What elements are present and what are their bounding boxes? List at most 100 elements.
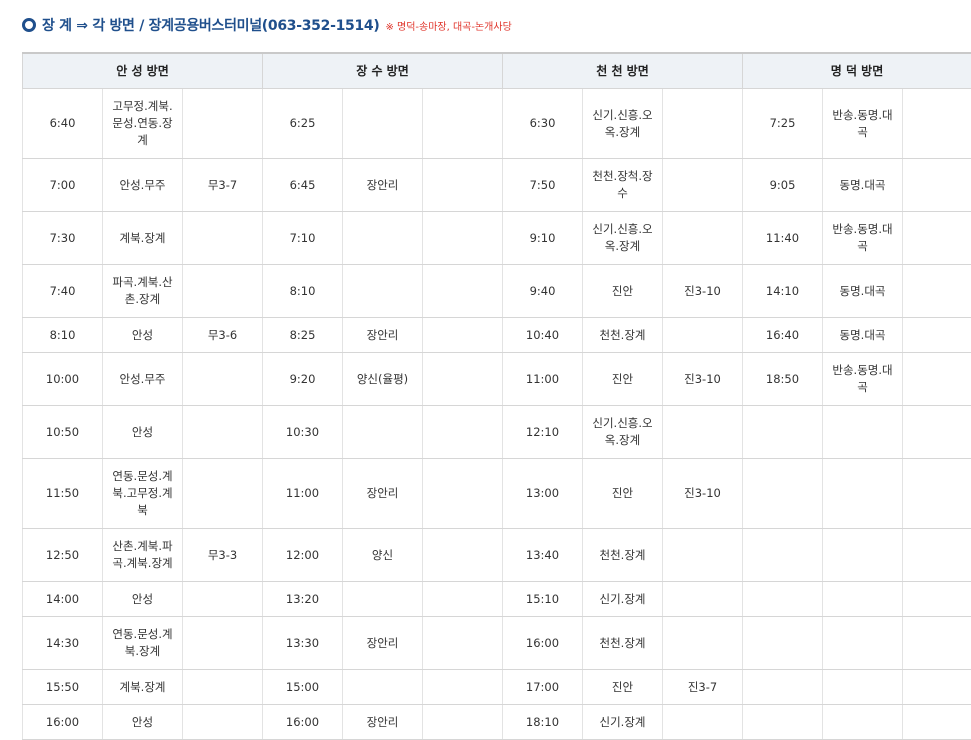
jangsu-time-cell: 13:20 [263,582,343,617]
myeongdeok-bus-cell [903,353,971,406]
myeongdeok-bus-cell [903,406,971,459]
header-jangsu: 장 수 방면 [263,53,503,89]
myeongdeok-bus-cell [903,265,971,318]
jangsu-bus-cell [423,705,503,740]
myeongdeok-route-cell [823,529,903,582]
cheoncheon-time-cell: 17:00 [503,670,583,705]
anseong-bus-cell: 무3-7 [183,159,263,212]
cheoncheon-route-cell: 신기.신흥.오옥.장계 [583,212,663,265]
anseong-time-cell: 12:50 [23,529,103,582]
jangsu-bus-cell [423,353,503,406]
anseong-time-cell: 11:50 [23,459,103,529]
jangsu-time-cell: 12:00 [263,529,343,582]
cheoncheon-route-cell: 천천.장계 [583,529,663,582]
anseong-time-cell: 16:00 [23,705,103,740]
cheoncheon-bus-cell [663,617,743,670]
jangsu-route-cell: 양신(율평) [343,353,423,406]
anseong-route-cell: 파곡.계북.산촌.장계 [103,265,183,318]
myeongdeok-route-cell [823,582,903,617]
cheoncheon-bus-cell [663,529,743,582]
anseong-time-cell: 8:10 [23,318,103,353]
timetable-table: 안 성 방면 장 수 방면 천 천 방면 명 덕 방면 6:40고무정.계북.문… [22,52,971,740]
cheoncheon-time-cell: 13:40 [503,529,583,582]
anseong-time-cell: 7:00 [23,159,103,212]
cheoncheon-route-cell: 천천.장계 [583,318,663,353]
anseong-route-cell: 안성.무주 [103,159,183,212]
table-row: 14:30연동.문성.계북.장계13:30장안리16:00천천.장계 [23,617,971,670]
table-row: 8:10안성무3-68:25장안리10:40천천.장계16:40동명.대곡 [23,318,971,353]
anseong-route-cell: 안성 [103,406,183,459]
myeongdeok-time-cell: 11:40 [743,212,823,265]
table-row: 10:50안성10:3012:10신기.신흥.오옥.장계 [23,406,971,459]
table-row: 7:30계북.장계7:109:10신기.신흥.오옥.장계11:40반송.동명.대… [23,212,971,265]
jangsu-time-cell: 8:10 [263,265,343,318]
jangsu-route-cell [343,89,423,159]
anseong-time-cell: 7:40 [23,265,103,318]
anseong-route-cell: 안성 [103,318,183,353]
myeongdeok-route-cell: 동명.대곡 [823,159,903,212]
jangsu-time-cell: 16:00 [263,705,343,740]
timetable-body: 6:40고무정.계북.문성.연동.장계6:256:30신기.신흥.오옥.장계7:… [23,89,971,740]
jangsu-route-cell: 장안리 [343,459,423,529]
myeongdeok-time-cell [743,406,823,459]
jangsu-time-cell: 10:30 [263,406,343,459]
jangsu-bus-cell [423,459,503,529]
myeongdeok-bus-cell [903,212,971,265]
jangsu-time-cell: 9:20 [263,353,343,406]
cheoncheon-time-cell: 10:40 [503,318,583,353]
myeongdeok-route-cell [823,705,903,740]
jangsu-time-cell: 7:10 [263,212,343,265]
cheoncheon-bus-cell [663,212,743,265]
anseong-time-cell: 15:50 [23,670,103,705]
myeongdeok-bus-cell [903,582,971,617]
table-row: 11:50연동.문성.계북.고무정.계북11:00장안리13:00진안진3-10 [23,459,971,529]
cheoncheon-route-cell: 신기.장계 [583,582,663,617]
cheoncheon-route-cell: 천천.장척.장수 [583,159,663,212]
table-row: 10:00안성.무주9:20양신(율평)11:00진안진3-1018:50반송.… [23,353,971,406]
anseong-time-cell: 7:30 [23,212,103,265]
cheoncheon-time-cell: 7:50 [503,159,583,212]
jangsu-time-cell: 13:30 [263,617,343,670]
anseong-time-cell: 6:40 [23,89,103,159]
myeongdeok-bus-cell [903,617,971,670]
anseong-bus-cell [183,89,263,159]
myeongdeok-route-cell: 반송.동명.대곡 [823,89,903,159]
myeongdeok-time-cell [743,582,823,617]
cheoncheon-bus-cell [663,89,743,159]
jangsu-time-cell: 15:00 [263,670,343,705]
cheoncheon-route-cell: 진안 [583,670,663,705]
myeongdeok-time-cell: 14:10 [743,265,823,318]
table-row: 12:50산촌.계북.파곡.계북.장계무3-312:00양신13:40천천.장계 [23,529,971,582]
cheoncheon-route-cell: 신기.신흥.오옥.장계 [583,89,663,159]
jangsu-route-cell [343,582,423,617]
jangsu-route-cell [343,212,423,265]
title-note: ※ 명덕-송마장, 대곡-논개사당 [385,18,511,33]
jangsu-route-cell: 장안리 [343,318,423,353]
table-row: 7:00안성.무주무3-76:45장안리7:50천천.장척.장수9:05동명.대… [23,159,971,212]
myeongdeok-time-cell: 18:50 [743,353,823,406]
cheoncheon-time-cell: 11:00 [503,353,583,406]
anseong-time-cell: 10:50 [23,406,103,459]
myeongdeok-time-cell [743,670,823,705]
jangsu-bus-cell [423,406,503,459]
cheoncheon-time-cell: 9:10 [503,212,583,265]
anseong-route-cell: 계북.장계 [103,212,183,265]
myeongdeok-route-cell [823,459,903,529]
anseong-bus-cell [183,353,263,406]
cheoncheon-route-cell: 진안 [583,353,663,406]
myeongdeok-time-cell [743,705,823,740]
anseong-bus-cell [183,459,263,529]
myeongdeok-bus-cell [903,459,971,529]
jangsu-bus-cell [423,212,503,265]
jangsu-route-cell: 장안리 [343,159,423,212]
header-cheoncheon: 천 천 방면 [503,53,743,89]
jangsu-bus-cell [423,159,503,212]
cheoncheon-time-cell: 15:10 [503,582,583,617]
header-row: 안 성 방면 장 수 방면 천 천 방면 명 덕 방면 [23,53,971,89]
cheoncheon-time-cell: 6:30 [503,89,583,159]
myeongdeok-time-cell [743,529,823,582]
myeongdeok-time-cell [743,459,823,529]
jangsu-bus-cell [423,617,503,670]
anseong-bus-cell [183,582,263,617]
cheoncheon-route-cell: 진안 [583,459,663,529]
